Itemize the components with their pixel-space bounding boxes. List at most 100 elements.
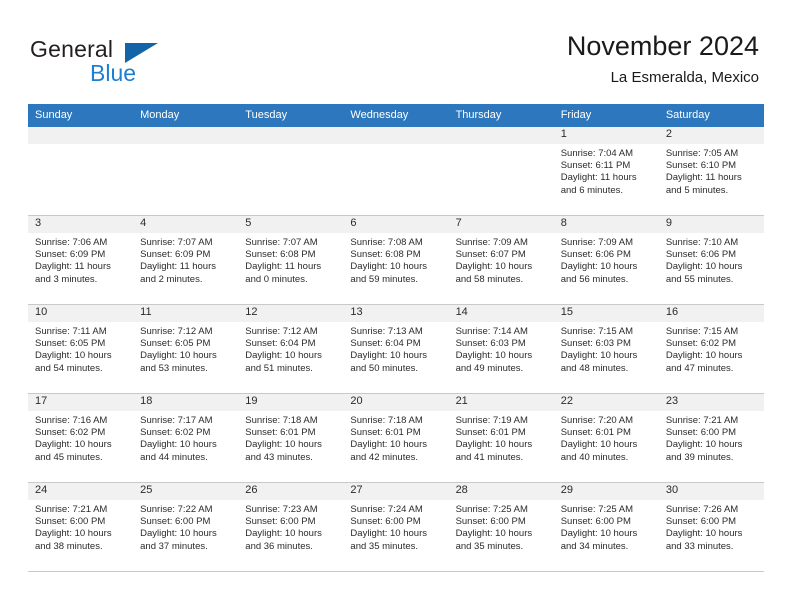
day-cell-inner: 27 Sunrise: 7:24 AM Sunset: 6:00 PM Dayligh… <box>343 483 449 571</box>
sunrise-text: Sunrise: 7:12 AM <box>140 326 213 337</box>
calendar-body: 1 Sunrise: 7:04 AM Sunset: 6:11 PM Daylight… <box>28 126 764 572</box>
daylight-text: Daylight: 11 hours and 3 minutes. <box>35 261 111 285</box>
calendar-day-cell[interactable]: 3 Sunrise: 7:06 AM Sunset: 6:09 PM Daylight… <box>28 215 134 305</box>
day-cell-inner: 18 Sunrise: 7:17 AM Sunset: 6:02 PM Dayligh… <box>133 394 239 482</box>
daylight-text: Daylight: 11 hours and 5 minutes. <box>665 172 742 196</box>
calendar-table: Sunday Monday Tuesday Wednesday Thursday… <box>28 104 764 572</box>
calendar-day-cell[interactable]: 26 Sunrise: 7:23 AM Sunset: 6:00 PM Dayligh… <box>238 482 344 572</box>
sunrise-text: Sunrise: 7:20 AM <box>560 415 634 426</box>
day-number: 12 <box>238 305 344 322</box>
calendar-day-cell[interactable]: 9 Sunrise: 7:10 AM Sunset: 6:06 PM Daylight… <box>658 215 764 305</box>
calendar-day-cell[interactable]: 13 Sunrise: 7:13 AM Sunset: 6:04 PM Dayligh… <box>343 304 449 394</box>
calendar-week-row: 24 Sunrise: 7:21 AM Sunset: 6:00 PM Dayligh… <box>28 482 764 572</box>
day-number: 6 <box>343 216 449 233</box>
calendar-day-cell[interactable]: 18 Sunrise: 7:17 AM Sunset: 6:02 PM Dayligh… <box>133 393 239 483</box>
calendar-day-cell[interactable]: 30 Sunrise: 7:26 AM Sunset: 6:00 PM Dayligh… <box>658 482 764 572</box>
day-number: 19 <box>238 394 344 411</box>
daylight-text: Daylight: 10 hours and 35 minutes. <box>350 528 427 552</box>
title-block: November 2024 La Esmeralda, Mexico <box>567 30 759 88</box>
day-number: 18 <box>133 394 239 411</box>
sunset-text: Sunset: 6:01 PM <box>455 427 526 439</box>
day-cell-details <box>28 144 133 148</box>
calendar-day-cell[interactable]: 1 Sunrise: 7:04 AM Sunset: 6:11 PM Daylight… <box>553 126 659 216</box>
sunset-text: Sunset: 6:10 PM <box>665 160 737 172</box>
calendar-day-cell[interactable]: 16 Sunrise: 7:15 AM Sunset: 6:02 PM Dayligh… <box>658 304 764 394</box>
calendar-day-cell[interactable]: 28 Sunrise: 7:25 AM Sunset: 6:00 PM Dayligh… <box>448 482 554 572</box>
calendar-day-cell[interactable]: 24 Sunrise: 7:21 AM Sunset: 6:00 PM Dayligh… <box>28 482 134 572</box>
day-cell-details: Sunrise: 7:12 AM Sunset: 6:04 PM Daylight:… <box>238 322 343 375</box>
day-cell-inner: 28 Sunrise: 7:25 AM Sunset: 6:00 PM Dayligh… <box>448 483 554 571</box>
daylight-text: Daylight: 10 hours and 40 minutes. <box>560 439 638 463</box>
day-number: 29 <box>553 483 659 500</box>
calendar-day-cell[interactable]: 2 Sunrise: 7:05 AM Sunset: 6:10 PM Daylight… <box>658 126 764 216</box>
day-cell-details: Sunrise: 7:12 AM Sunset: 6:05 PM Daylight:… <box>133 322 238 375</box>
calendar-day-cell[interactable]: 17 Sunrise: 7:16 AM Sunset: 6:02 PM Dayligh… <box>28 393 134 483</box>
sunset-text: Sunset: 6:05 PM <box>35 338 106 350</box>
weekday-header-friday: Friday <box>553 104 659 127</box>
day-cell-inner: 5 Sunrise: 7:07 AM Sunset: 6:08 PM Daylight… <box>238 216 344 304</box>
calendar-day-cell[interactable]: 27 Sunrise: 7:24 AM Sunset: 6:00 PM Dayligh… <box>343 482 449 572</box>
calendar-day-cell-empty <box>343 126 449 216</box>
sunset-text: Sunset: 6:00 PM <box>665 427 737 439</box>
page-subtitle: La Esmeralda, Mexico <box>610 69 759 86</box>
calendar-day-cell[interactable]: 5 Sunrise: 7:07 AM Sunset: 6:08 PM Daylight… <box>238 215 344 305</box>
sunset-text: Sunset: 6:01 PM <box>560 427 631 439</box>
logo-text-blue: Blue <box>90 60 137 86</box>
sunrise-text: Sunrise: 7:07 AM <box>245 237 318 248</box>
calendar-day-cell[interactable]: 10 Sunrise: 7:11 AM Sunset: 6:05 PM Dayligh… <box>28 304 134 394</box>
calendar-day-cell[interactable]: 6 Sunrise: 7:08 AM Sunset: 6:08 PM Daylight… <box>343 215 449 305</box>
daylight-text: Daylight: 10 hours and 51 minutes. <box>245 350 322 374</box>
logo-text-general: General <box>30 36 114 62</box>
day-number <box>133 127 239 144</box>
day-cell-inner: 16 Sunrise: 7:15 AM Sunset: 6:02 PM Dayligh… <box>658 305 764 393</box>
day-cell-inner: 23 Sunrise: 7:21 AM Sunset: 6:00 PM Dayligh… <box>658 394 764 482</box>
calendar-day-cell[interactable]: 25 Sunrise: 7:22 AM Sunset: 6:00 PM Dayligh… <box>133 482 239 572</box>
sunrise-text: Sunrise: 7:06 AM <box>35 237 108 248</box>
calendar-day-cell[interactable]: 22 Sunrise: 7:20 AM Sunset: 6:01 PM Dayligh… <box>553 393 659 483</box>
sunset-text: Sunset: 6:00 PM <box>245 516 316 528</box>
day-cell-details: Sunrise: 7:15 AM Sunset: 6:02 PM Daylight:… <box>659 322 764 375</box>
sunset-text: Sunset: 6:00 PM <box>455 516 526 528</box>
calendar-day-cell-empty <box>28 126 134 216</box>
day-cell-details: Sunrise: 7:10 AM Sunset: 6:06 PM Daylight:… <box>659 233 764 286</box>
sunset-text: Sunset: 6:00 PM <box>560 516 631 528</box>
day-cell-details <box>449 144 554 148</box>
calendar-day-cell[interactable]: 21 Sunrise: 7:19 AM Sunset: 6:01 PM Dayligh… <box>448 393 554 483</box>
day-cell-inner: 14 Sunrise: 7:14 AM Sunset: 6:03 PM Dayligh… <box>448 305 554 393</box>
calendar-day-cell[interactable]: 7 Sunrise: 7:09 AM Sunset: 6:07 PM Daylight… <box>448 215 554 305</box>
sunrise-text: Sunrise: 7:17 AM <box>140 415 213 426</box>
day-cell-inner: 22 Sunrise: 7:20 AM Sunset: 6:01 PM Dayligh… <box>553 394 659 482</box>
day-cell-details <box>343 144 448 148</box>
calendar-week-row: 10 Sunrise: 7:11 AM Sunset: 6:05 PM Dayligh… <box>28 304 764 394</box>
sunset-text: Sunset: 6:00 PM <box>140 516 211 528</box>
daylight-text: Daylight: 10 hours and 39 minutes. <box>665 439 743 463</box>
calendar-day-cell[interactable]: 29 Sunrise: 7:25 AM Sunset: 6:00 PM Dayligh… <box>553 482 659 572</box>
sunset-text: Sunset: 6:00 PM <box>665 516 737 528</box>
calendar-day-cell[interactable]: 19 Sunrise: 7:18 AM Sunset: 6:01 PM Dayligh… <box>238 393 344 483</box>
daylight-text: Daylight: 10 hours and 49 minutes. <box>455 350 533 374</box>
daylight-text: Daylight: 10 hours and 41 minutes. <box>455 439 533 463</box>
calendar-day-cell[interactable]: 4 Sunrise: 7:07 AM Sunset: 6:09 PM Daylight… <box>133 215 239 305</box>
calendar-day-cell[interactable]: 11 Sunrise: 7:12 AM Sunset: 6:05 PM Dayligh… <box>133 304 239 394</box>
calendar-day-cell[interactable]: 15 Sunrise: 7:15 AM Sunset: 6:03 PM Dayligh… <box>553 304 659 394</box>
day-number <box>448 127 554 144</box>
day-number: 7 <box>448 216 554 233</box>
day-cell-inner: 26 Sunrise: 7:23 AM Sunset: 6:00 PM Dayligh… <box>238 483 344 571</box>
day-number: 24 <box>28 483 134 500</box>
calendar-day-cell[interactable]: 20 Sunrise: 7:18 AM Sunset: 6:01 PM Dayligh… <box>343 393 449 483</box>
sunrise-text: Sunrise: 7:25 AM <box>455 504 528 515</box>
calendar-day-cell[interactable]: 23 Sunrise: 7:21 AM Sunset: 6:00 PM Dayligh… <box>658 393 764 483</box>
calendar-day-cell[interactable]: 12 Sunrise: 7:12 AM Sunset: 6:04 PM Dayligh… <box>238 304 344 394</box>
daylight-text: Daylight: 10 hours and 48 minutes. <box>560 350 638 374</box>
day-cell-inner: 4 Sunrise: 7:07 AM Sunset: 6:09 PM Daylight… <box>133 216 239 304</box>
page-header: General Blue November 2024 La Esmeralda,… <box>0 0 792 104</box>
general-blue-logo[interactable]: General Blue <box>30 36 260 90</box>
day-cell-inner: 30 Sunrise: 7:26 AM Sunset: 6:00 PM Dayligh… <box>658 483 764 571</box>
day-cell-inner <box>448 127 554 215</box>
day-cell-inner: 2 Sunrise: 7:05 AM Sunset: 6:10 PM Daylight… <box>658 127 764 215</box>
day-cell-inner: 21 Sunrise: 7:19 AM Sunset: 6:01 PM Dayligh… <box>448 394 554 482</box>
calendar-day-cell[interactable]: 8 Sunrise: 7:09 AM Sunset: 6:06 PM Daylight… <box>553 215 659 305</box>
calendar-day-cell[interactable]: 14 Sunrise: 7:14 AM Sunset: 6:03 PM Dayligh… <box>448 304 554 394</box>
daylight-text: Daylight: 10 hours and 34 minutes. <box>560 528 638 552</box>
sunrise-text: Sunrise: 7:09 AM <box>455 237 528 248</box>
